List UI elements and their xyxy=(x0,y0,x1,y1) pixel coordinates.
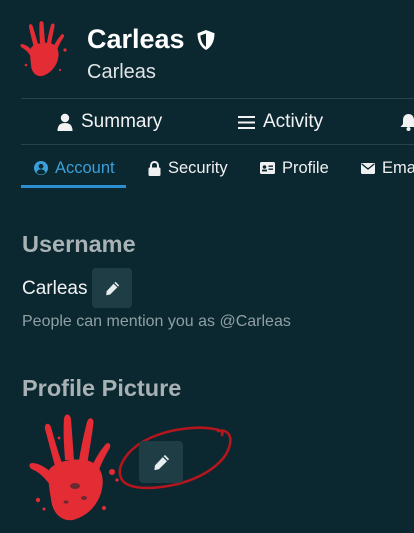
profile-picture xyxy=(29,414,119,521)
username-value: Carleas xyxy=(22,278,88,299)
pencil-icon xyxy=(153,454,169,470)
tab-profile[interactable]: Profile xyxy=(260,155,329,181)
avatar[interactable] xyxy=(20,20,76,78)
nav-item-activity[interactable]: Activity xyxy=(238,108,323,136)
user-icon xyxy=(57,113,73,131)
id-card-icon xyxy=(260,162,275,174)
lock-icon xyxy=(148,160,161,176)
nav-item-label: Summary xyxy=(81,111,163,132)
username-section-title: Username xyxy=(22,231,136,257)
tab-label: Profile xyxy=(282,158,329,177)
tab-label: Ema xyxy=(382,158,414,177)
display-name-heading: Carleas xyxy=(87,24,216,55)
tab-account[interactable]: Account xyxy=(34,155,115,181)
envelope-icon xyxy=(361,162,375,174)
list-icon xyxy=(238,115,255,129)
edit-profile-picture-button[interactable] xyxy=(139,441,183,483)
display-name: Carleas xyxy=(87,24,185,54)
active-tab-indicator xyxy=(21,185,126,188)
nav-item-notifications[interactable] xyxy=(400,108,414,136)
nav-divider-top xyxy=(21,98,414,99)
nav-item-summary[interactable]: Summary xyxy=(57,108,162,136)
nav-item-label: Activity xyxy=(263,111,324,132)
username-subtitle: Carleas xyxy=(87,61,156,83)
tab-label: Account xyxy=(55,158,115,177)
tab-label: Security xyxy=(168,158,228,177)
edit-username-button[interactable] xyxy=(92,268,132,308)
user-preferences-page: Carleas Carleas Summary Activity Account… xyxy=(0,0,414,533)
nav-divider-bottom xyxy=(21,144,414,145)
shield-icon xyxy=(197,29,215,50)
mention-helper-text: People can mention you as @Carleas xyxy=(22,313,291,330)
tab-security[interactable]: Security xyxy=(148,155,228,181)
profile-picture-section-title: Profile Picture xyxy=(22,375,182,401)
tab-email[interactable]: Ema xyxy=(361,155,414,181)
bell-icon xyxy=(400,114,414,131)
pencil-icon xyxy=(105,281,119,295)
user-circle-icon xyxy=(34,161,48,175)
